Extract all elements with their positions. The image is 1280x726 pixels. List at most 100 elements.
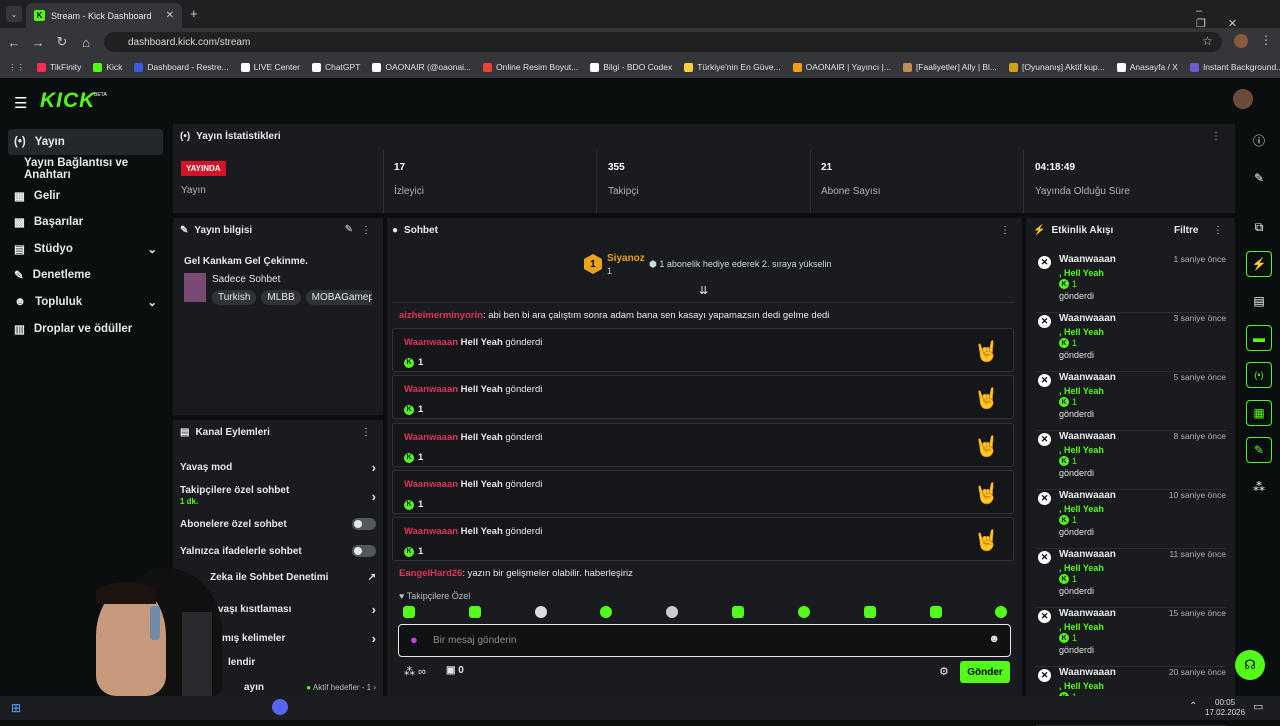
category-name[interactable]: Sadece Sohbet bbox=[212, 274, 280, 285]
discord-icon[interactable] bbox=[272, 699, 288, 715]
forward-icon[interactable]: → bbox=[26, 30, 50, 54]
bookmark-star-icon[interactable]: ☆ bbox=[1202, 34, 1213, 48]
edit-icon[interactable]: ✎ bbox=[345, 224, 353, 235]
sidebar-item-stream-key[interactable]: Yayın Bağlantısı ve Anahtarı bbox=[8, 156, 173, 182]
chat-username[interactable]: aizheimerminyorin bbox=[399, 310, 483, 321]
bookmark-item[interactable]: LIVE Center bbox=[240, 62, 300, 72]
bookmark-item[interactable]: TikFinity bbox=[37, 62, 81, 72]
broadcast-icon[interactable]: (•) bbox=[1246, 362, 1272, 388]
tag-chip[interactable]: MOBAGamepla bbox=[305, 290, 372, 305]
send-button[interactable]: Gönder bbox=[960, 661, 1010, 683]
gift-username[interactable]: Waanwaaan bbox=[404, 337, 458, 348]
home-icon[interactable]: ⌂ bbox=[74, 30, 98, 54]
emote-icon[interactable] bbox=[864, 606, 876, 618]
tab-close-icon[interactable]: ✕ bbox=[166, 10, 174, 21]
clock[interactable]: 00:05 17.02.2026 bbox=[1205, 698, 1245, 718]
sidebar-item-basarilar[interactable]: ▩ Başarılar bbox=[8, 209, 163, 235]
gift-username[interactable]: Waanwaaan bbox=[404, 432, 458, 443]
chat-input[interactable]: ● Bir mesaj gönderin ☻ bbox=[398, 624, 1011, 657]
points-icon[interactable]: ⁂ ∞ bbox=[404, 665, 426, 678]
event-username[interactable]: Waanwaaan bbox=[1059, 549, 1116, 560]
hamburger-menu-icon[interactable]: ☰ bbox=[14, 94, 27, 112]
event-username[interactable]: Waanwaaan bbox=[1059, 608, 1116, 619]
url-input[interactable]: dashboard.kick.com/stream bbox=[104, 32, 1222, 52]
tag-chip[interactable]: MLBB bbox=[261, 290, 301, 305]
browser-menu-icon[interactable]: ⋮ bbox=[1260, 33, 1272, 47]
emote-icon[interactable] bbox=[469, 606, 481, 618]
sidebar-item-studyo[interactable]: ▤ Stüdyo ⌄ bbox=[8, 236, 163, 262]
emote-icon[interactable] bbox=[600, 606, 612, 618]
slow-mode-row[interactable]: Yavaş mod › bbox=[180, 460, 376, 475]
bookmark-item[interactable]: Dashboard - Restre... bbox=[134, 62, 229, 72]
event-username[interactable]: Waanwaaan bbox=[1059, 431, 1116, 442]
browser-tab[interactable]: K Stream - Kick Dashboard ✕ bbox=[26, 3, 182, 28]
windows-start-icon[interactable]: ⊞ bbox=[11, 701, 21, 715]
emote-icon[interactable] bbox=[930, 606, 942, 618]
scroll-down-icon[interactable]: ⇊ bbox=[699, 284, 708, 297]
event-username[interactable]: Waanwaaan bbox=[1059, 490, 1116, 501]
event-username[interactable]: Waanwaaan bbox=[1059, 313, 1116, 324]
kick-logo[interactable]: KICK bbox=[40, 89, 95, 113]
bookmark-item[interactable]: Kick bbox=[93, 62, 122, 72]
emotes-only-toggle[interactable] bbox=[352, 545, 376, 557]
sidebar-item-yayin[interactable]: (•) Yayın bbox=[8, 129, 163, 155]
emote-icon[interactable] bbox=[798, 606, 810, 618]
chat-more-icon[interactable]: ⋮ bbox=[1000, 225, 1010, 236]
event-username[interactable]: Waanwaaan bbox=[1059, 372, 1116, 383]
layers-icon[interactable]: ▦ bbox=[1246, 400, 1272, 426]
bookmark-item[interactable]: OAONAIR | Yayıncı |... bbox=[792, 62, 891, 72]
filter-button[interactable]: Filtre bbox=[1174, 225, 1198, 236]
channel-actions-more-icon[interactable]: ⋮ bbox=[361, 427, 371, 438]
support-headset-icon[interactable]: ☊ bbox=[1235, 650, 1265, 680]
chat-settings-icon[interactable]: ⚙ bbox=[939, 665, 949, 678]
emote-icon[interactable] bbox=[732, 606, 744, 618]
bookmark-item[interactable]: Instant Background... bbox=[1189, 62, 1280, 72]
screen-icon[interactable]: ⧉ bbox=[1246, 214, 1272, 240]
emoji-icon[interactable]: ☻ bbox=[988, 633, 1000, 645]
new-tab-button[interactable]: + bbox=[190, 6, 198, 21]
back-icon[interactable]: ← bbox=[2, 30, 26, 54]
document-icon[interactable]: ▤ bbox=[1246, 288, 1272, 314]
edit-icon[interactable]: ✎ bbox=[1246, 165, 1272, 191]
apps-icon[interactable]: ⋮⋮ bbox=[8, 62, 25, 73]
event-feed-more-icon[interactable]: ⋮ bbox=[1213, 225, 1223, 236]
emote-icon[interactable] bbox=[403, 606, 415, 618]
sidebar-item-gelir[interactable]: ▦ Gelir bbox=[8, 183, 163, 209]
bookmark-item[interactable]: [Oyunanış] Aktif kup... bbox=[1009, 62, 1105, 72]
bookmark-item[interactable]: OAONAIR (@oaonai... bbox=[372, 62, 471, 72]
sidebar-item-droplar[interactable]: ▥ Droplar ve ödüller bbox=[8, 316, 163, 342]
store-button[interactable]: ▣ 0 bbox=[446, 665, 464, 676]
stream-info-more-icon[interactable]: ⋮ bbox=[361, 225, 371, 236]
emote-icon[interactable] bbox=[666, 606, 678, 618]
tag-chip[interactable]: Turkish bbox=[212, 290, 257, 305]
info-icon[interactable]: ⓘ bbox=[1246, 127, 1272, 153]
goals-row[interactable]: ayın ● Aktif hedefler - 1 › bbox=[244, 682, 376, 693]
wrench-icon[interactable]: ✎ bbox=[1246, 437, 1272, 463]
gift-username[interactable]: Waanwaaan bbox=[404, 384, 458, 395]
chat-username[interactable]: EangelHard26 bbox=[399, 568, 462, 579]
gift-username[interactable]: Waanwaaan bbox=[404, 526, 458, 537]
sidebar-item-denetleme[interactable]: ✎ Denetleme bbox=[8, 262, 163, 288]
stats-more-icon[interactable]: ⋮ bbox=[1211, 131, 1221, 142]
bookmark-item[interactable]: ChatGPT bbox=[311, 62, 360, 72]
emote-icon[interactable] bbox=[995, 606, 1007, 618]
top-gifter-name[interactable]: Siyanoz bbox=[607, 253, 645, 264]
notification-icon[interactable]: ▭ bbox=[1253, 700, 1263, 713]
followers-only-row[interactable]: Takipçilere özel sohbet 1 dk. › bbox=[180, 485, 376, 507]
bookmark-item[interactable]: Online Resim Boyut... bbox=[483, 62, 578, 72]
profile-avatar[interactable] bbox=[1234, 34, 1248, 48]
bookmark-item[interactable]: Türkiye'nin En Güve... bbox=[684, 62, 781, 72]
bookmark-item[interactable]: Bilgi - BDO Codex bbox=[590, 62, 672, 72]
bookmark-item[interactable]: [Faaliyetler] Ally | Bl... bbox=[902, 62, 997, 72]
share-icon[interactable]: ⁂ bbox=[1246, 474, 1272, 500]
event-username[interactable]: Waanwaaan bbox=[1059, 667, 1116, 678]
subs-only-toggle[interactable] bbox=[352, 518, 376, 530]
lightning-icon[interactable]: ⚡ bbox=[1246, 251, 1272, 277]
event-username[interactable]: Waanwaaan bbox=[1059, 254, 1116, 265]
gift-username[interactable]: Waanwaaan bbox=[404, 479, 458, 490]
user-avatar[interactable] bbox=[1233, 89, 1253, 109]
chat-bubble-icon[interactable]: ▬ bbox=[1246, 325, 1272, 351]
sidebar-item-topluluk[interactable]: ☻ Topluluk ⌄ bbox=[8, 289, 163, 315]
reload-icon[interactable]: ↻ bbox=[50, 30, 74, 54]
microphone-icon[interactable]: ● bbox=[410, 632, 418, 647]
